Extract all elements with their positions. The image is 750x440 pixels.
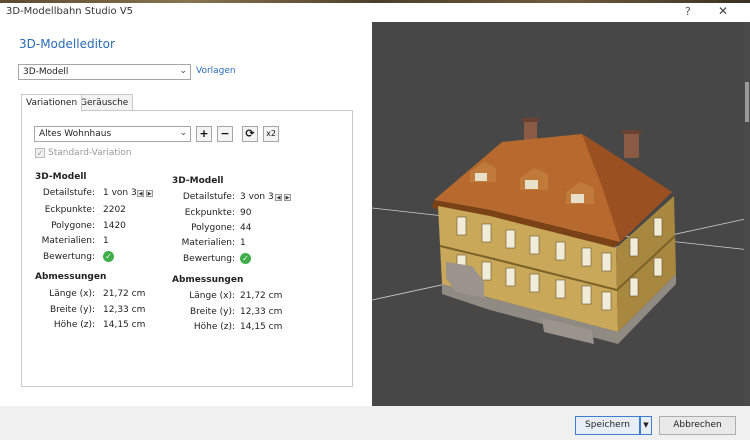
chevron-down-icon: ⌄ — [179, 66, 187, 76]
tab-variationen[interactable]: Variationen — [21, 94, 83, 112]
right-detail-next-button[interactable]: ▶ — [284, 194, 291, 201]
3d-viewport[interactable] — [372, 22, 750, 406]
right-hoehe-value: 14,15 cm — [240, 322, 283, 332]
right-detail-prev-button[interactable]: ◀ — [275, 194, 282, 201]
right-eckpunkte-value: 90 — [240, 208, 252, 218]
page-title: 3D-Modelleditor — [19, 37, 115, 51]
title-bar: 3D-Modellbahn Studio V5 ? ✕ — [0, 3, 750, 22]
right-bewertung-label: Bewertung: — [183, 254, 235, 264]
left-dims-title: Abmessungen — [35, 272, 107, 282]
left-detailstufe-label: Detailstufe: — [42, 188, 95, 198]
left-detailstufe-value: 1 von 3 — [103, 188, 137, 198]
right-polygone-value: 44 — [240, 223, 252, 233]
left-laenge-value: 21,72 cm — [103, 289, 146, 299]
variation-dropdown[interactable]: Altes Wohnhaus ⌄ — [34, 126, 191, 142]
right-dims-title: Abmessungen — [172, 275, 244, 285]
variation-dropdown-value: Altes Wohnhaus — [39, 129, 112, 139]
save-button[interactable]: Speichern — [575, 416, 640, 435]
left-eckpunkte-label: Eckpunkte: — [44, 205, 95, 215]
right-model-title: 3D-Modell — [172, 176, 224, 186]
left-hoehe-value: 14,15 cm — [103, 320, 146, 330]
left-materialien-value: 1 — [103, 236, 109, 246]
window-title: 3D-Modellbahn Studio V5 — [6, 6, 134, 17]
right-detailstufe-value: 3 von 3 — [240, 192, 274, 202]
check-ok-icon: ✓ — [240, 253, 251, 264]
right-hoehe-label: Höhe (z): — [193, 322, 235, 332]
refresh-button[interactable]: ⟳ — [242, 126, 258, 142]
left-bewertung-label: Bewertung: — [43, 252, 95, 262]
right-materialien-label: Materialien: — [181, 238, 235, 248]
right-breite-label: Breite (y): — [189, 307, 235, 317]
right-detailstufe-label: Detailstufe: — [182, 192, 235, 202]
right-materialien-value: 1 — [240, 238, 246, 248]
left-laenge-label: Länge (x): — [49, 289, 95, 299]
viewport-scrollbar[interactable] — [744, 22, 750, 406]
left-polygone-value: 1420 — [103, 221, 126, 231]
right-eckpunkte-label: Eckpunkte: — [184, 208, 235, 218]
add-variation-button[interactable]: + — [196, 126, 212, 142]
left-detail-next-button[interactable]: ▶ — [146, 190, 153, 197]
right-laenge-label: Länge (x): — [189, 291, 235, 301]
right-laenge-value: 21,72 cm — [240, 291, 283, 301]
right-breite-value: 12,33 cm — [240, 307, 283, 317]
scrollbar-thumb[interactable] — [745, 82, 749, 122]
editor-panel: 3D-Modelleditor 3D-Modell ⌄ Vorlagen Var… — [0, 22, 372, 406]
vorlagen-link[interactable]: Vorlagen — [196, 66, 236, 76]
remove-variation-button[interactable]: − — [217, 126, 233, 142]
cancel-button[interactable]: Abbrechen — [659, 416, 736, 435]
mode-dropdown[interactable]: 3D-Modell ⌄ — [18, 64, 191, 80]
left-detail-prev-button[interactable]: ◀ — [137, 190, 144, 197]
x2-button[interactable]: x2 — [263, 126, 279, 142]
left-hoehe-label: Höhe (z): — [53, 320, 95, 330]
chevron-down-icon: ⌄ — [179, 128, 187, 138]
right-polygone-label: Polygone: — [191, 223, 235, 233]
left-breite-label: Breite (y): — [49, 305, 95, 315]
left-breite-value: 12,33 cm — [103, 305, 146, 315]
save-dropdown-button[interactable]: ▼ — [640, 416, 652, 435]
left-model-title: 3D-Modell — [35, 172, 87, 182]
standard-variation-checkbox[interactable]: ✓ — [35, 148, 45, 158]
check-ok-icon: ✓ — [103, 251, 114, 262]
help-button[interactable]: ? — [685, 5, 691, 18]
tab-geraeusche[interactable]: Geräusche — [75, 94, 134, 111]
left-materialien-label: Materialien: — [41, 236, 95, 246]
standard-variation-label: Standard-Variation — [48, 148, 132, 158]
close-button[interactable]: ✕ — [718, 4, 728, 18]
mode-dropdown-value: 3D-Modell — [23, 67, 69, 77]
house-model-render — [372, 118, 750, 344]
left-polygone-label: Polygone: — [51, 221, 95, 231]
left-eckpunkte-value: 2202 — [103, 205, 126, 215]
